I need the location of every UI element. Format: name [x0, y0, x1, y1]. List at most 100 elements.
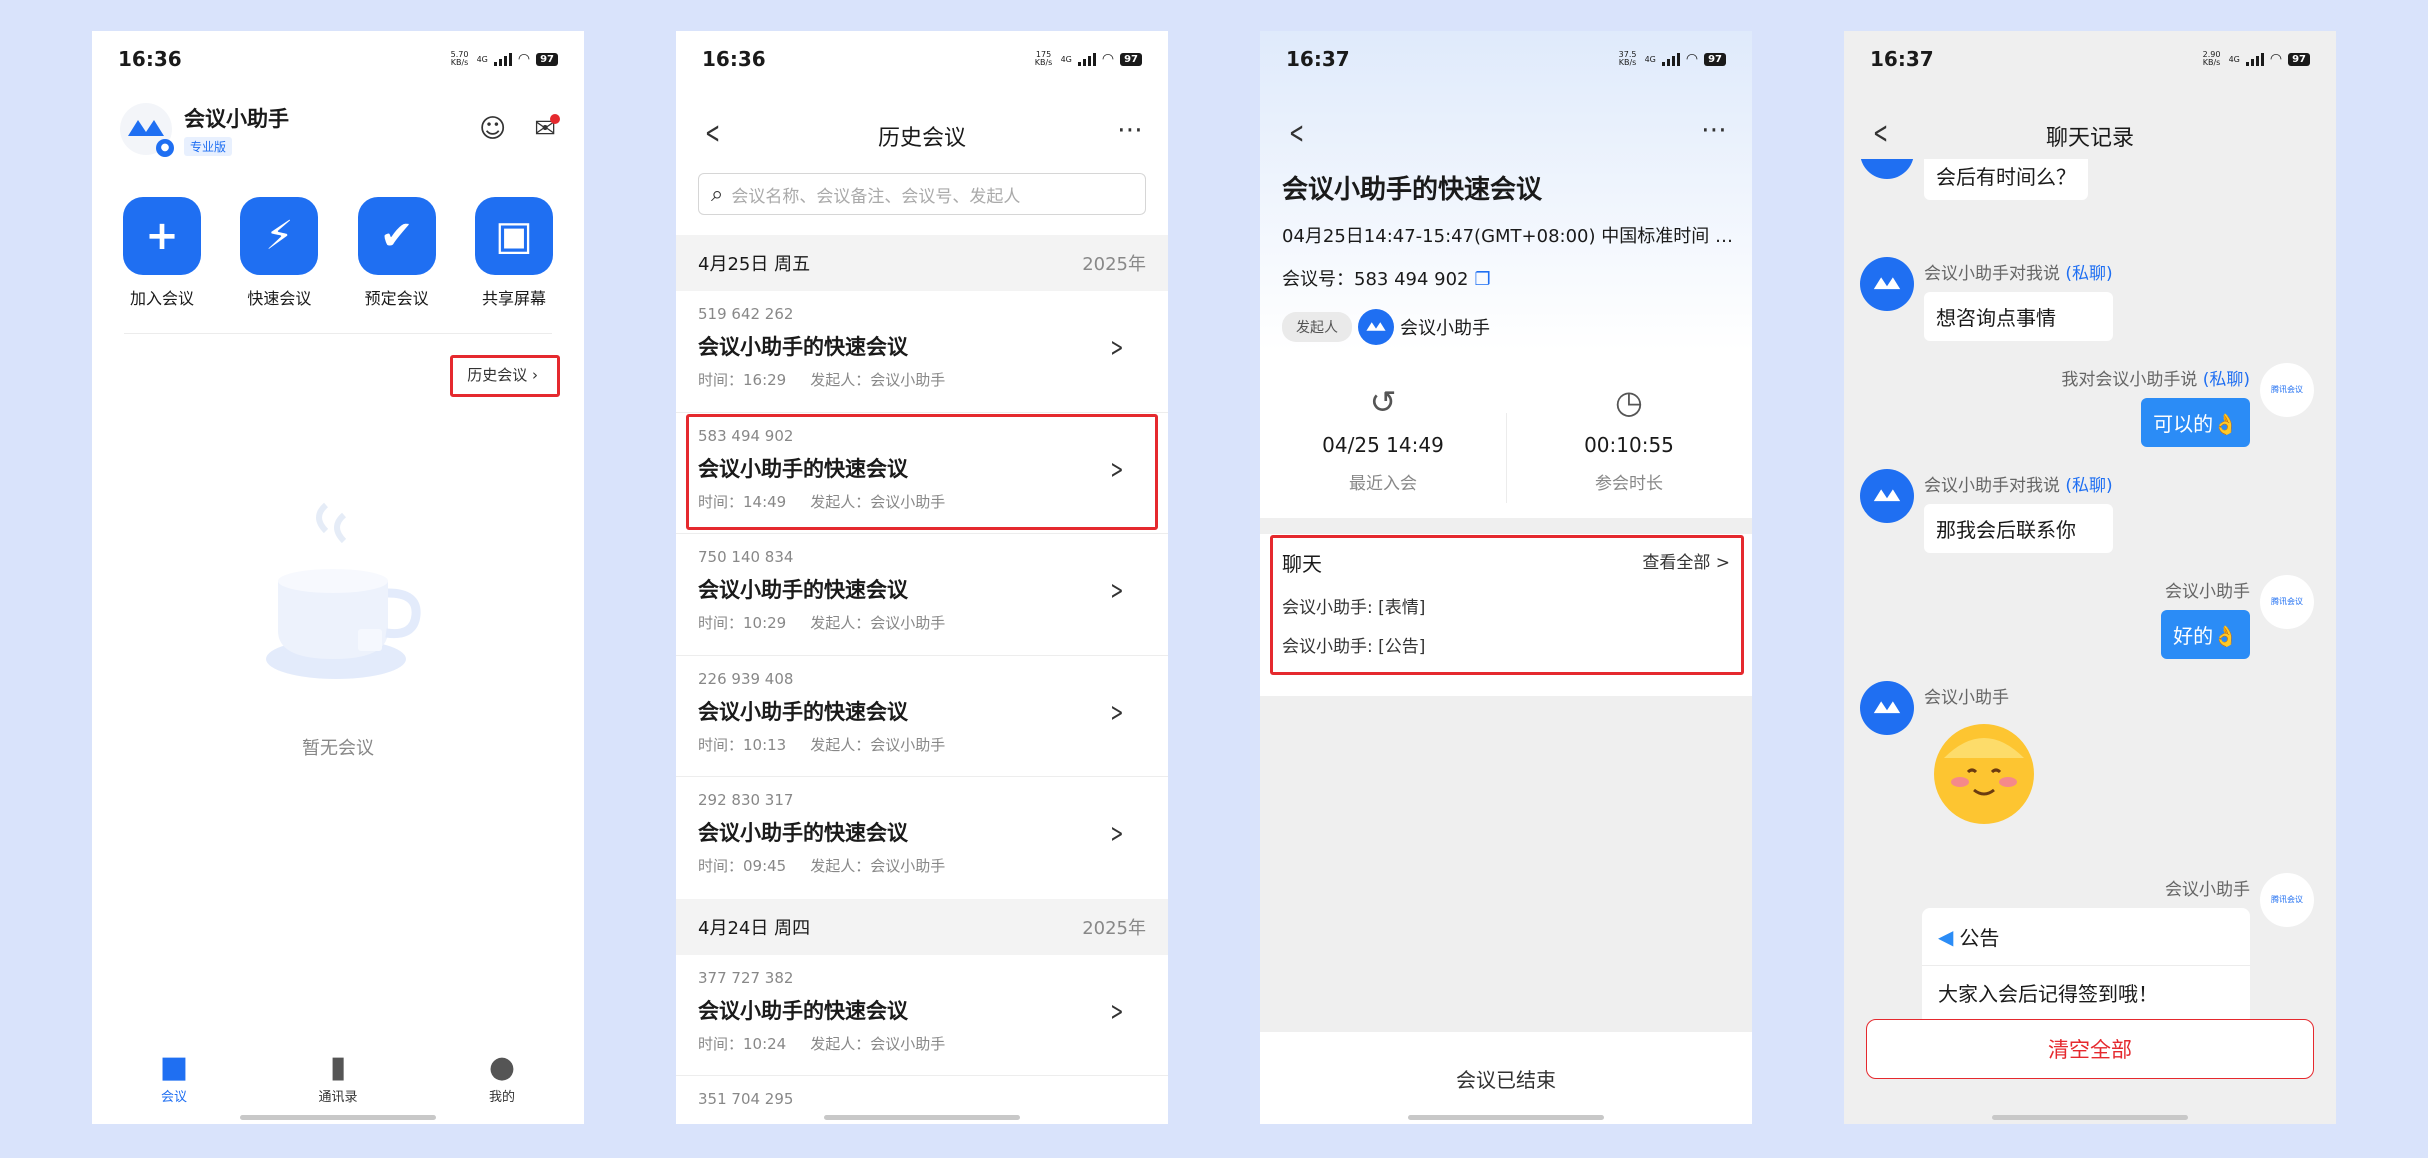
phone-history: 16:36 175 KB/s 4G ◠ 97 < 历史会议 ⋯ ⌕ 会议名称、会…: [676, 31, 1168, 1124]
schedule-meeting-button[interactable]: ✔ 预定会议: [347, 197, 447, 309]
search-placeholder: 会议名称、会议备注、会议号、发起人: [731, 186, 1021, 207]
message-bubble: 可以的👌: [2141, 398, 2250, 447]
join-meeting-button[interactable]: + 加入会议: [112, 197, 212, 309]
signal-icon: [493, 52, 512, 66]
tencent-meeting-logo-icon: [1870, 159, 1904, 163]
sender-name: 会议小助手对我说 (私聊): [1924, 476, 2113, 496]
back-arrow-icon[interactable]: <: [705, 119, 720, 149]
tab-profile[interactable]: ● 我的: [442, 1050, 562, 1105]
smiling-emoji-sticker-icon: [1934, 724, 2034, 824]
meeting-host: 发起人 会议小助手: [1282, 309, 1490, 345]
home-indicator: [1992, 1115, 2188, 1120]
host-avatar: [1358, 309, 1394, 345]
copy-icon[interactable]: ❐: [1475, 269, 1491, 290]
chat-message: 会议小助手: [1860, 681, 2044, 828]
quick-meeting-button[interactable]: ⚡ 快速会议: [229, 197, 329, 309]
meeting-item[interactable]: 226 939 408 会议小助手的快速会议 时间：10:13 发起人：会议小助手…: [676, 656, 1168, 777]
app-logo[interactable]: ●: [120, 103, 174, 157]
page-title: 历史会议: [877, 126, 966, 151]
network-speed: 5.70 KB/s: [450, 50, 469, 67]
chat-message: 腾讯会议 会议小助手 好的👌: [2161, 575, 2314, 659]
bottom-tab-bar: ■ 会议 ▮ 通讯录 ● 我的: [92, 1038, 584, 1124]
app-header: ● 会议小助手 专业版 ☺ ✉: [120, 99, 560, 159]
meeting-number: 会议号：583 494 902 ❐: [1282, 269, 1491, 290]
meeting-title: 会议小助手的快速会议: [1282, 175, 1543, 205]
empty-cup-illustration: [266, 502, 421, 679]
quick-actions: + 加入会议 ⚡ 快速会议 ✔ 预定会议 ▣ 共享屏幕: [112, 197, 564, 309]
empty-state-text: 暂无会议: [302, 738, 374, 759]
contacts-add-icon[interactable]: ☺: [479, 114, 506, 144]
home-indicator: [1408, 1115, 1604, 1120]
history-icon: ↺: [1369, 383, 1397, 421]
chevron-right-icon: >: [1110, 996, 1124, 1027]
phone-home: 16:36 5.70 KB/s 4G ◠ 97 ● 会议小助手 专业版 ☺ ✉ …: [92, 31, 584, 1124]
status-bar: 16:37 2.90 KB/s 4G ◠ 97: [1844, 31, 2336, 87]
chevron-right-icon: >: [1110, 697, 1124, 728]
nav-header: < 历史会议 ⋯: [676, 111, 1168, 161]
plus-icon: +: [123, 197, 201, 275]
wifi-icon: ◠: [1685, 51, 1699, 67]
network-gen: 4G: [1060, 54, 1072, 64]
tencent-meeting-logo-icon: [1873, 701, 1901, 714]
clear-all-button[interactable]: 清空全部: [1866, 1019, 2314, 1079]
network-gen: 4G: [1644, 54, 1656, 64]
sender-avatar: [1860, 681, 1914, 735]
sender-name: 我对会议小助手说 (私聊): [2061, 370, 2250, 390]
check-icon: ✔: [357, 197, 436, 275]
sender-avatar: 腾讯会议: [2260, 575, 2314, 629]
meeting-stats: ↺ 04/25 14:49 最近入会 ◷ 00:10:55 参会时长: [1260, 383, 1752, 523]
page-title: 聊天记录: [2045, 126, 2134, 151]
meeting-item[interactable]: 519 642 262 会议小助手的快速会议 时间：16:29 发起人：会议小助手…: [676, 291, 1168, 413]
meeting-ended-label: 会议已结束: [1260, 1032, 1752, 1124]
notification-dot: [550, 114, 560, 124]
date-section-header: 4月25日 周五 2025年: [676, 235, 1168, 291]
wifi-icon: ◠: [2269, 51, 2283, 67]
sender-avatar: [1860, 159, 1914, 179]
nav-header: < 聊天记录: [1844, 111, 2336, 161]
battery-icon: 97: [2288, 52, 2310, 66]
sender-name: 会议小助手: [2165, 880, 2250, 900]
status-time: 16:36: [118, 47, 182, 71]
back-arrow-icon[interactable]: <: [1873, 119, 1888, 149]
meeting-item[interactable]: 750 140 834 会议小助手的快速会议 时间：10:29 发起人：会议小助手…: [676, 534, 1168, 656]
chevron-right-icon: >: [1110, 333, 1124, 363]
chevron-right-icon: >: [1110, 576, 1124, 606]
sender-avatar: [1860, 257, 1914, 311]
wifi-icon: ◠: [1101, 51, 1115, 67]
sender-name: 会议小助手: [2165, 582, 2250, 602]
more-icon[interactable]: ⋯: [1117, 115, 1144, 145]
signal-icon: [2245, 52, 2264, 66]
date-section-header: 4月24日 周四 2025年: [676, 898, 1168, 955]
edition-badge-icon: ●: [156, 139, 174, 157]
home-indicator: [240, 1115, 436, 1120]
back-arrow-icon[interactable]: <: [1289, 119, 1304, 149]
status-time: 16:36: [702, 47, 766, 71]
meeting-time: 04月25日14:47-15:47(GMT+08:00) 中国标准时间 - 北京: [1282, 226, 1734, 247]
network-speed: 175 KB/s: [1034, 50, 1053, 67]
sender-name: 会议小助手: [1924, 688, 2009, 708]
message-bubble: 会后有时间么？: [1924, 159, 2088, 200]
tab-contacts[interactable]: ▮ 通讯录: [278, 1050, 398, 1105]
host-tag: 发起人: [1282, 312, 1352, 342]
tencent-meeting-logo-icon: [1873, 489, 1901, 502]
search-input[interactable]: ⌕ 会议名称、会议备注、会议号、发起人: [698, 173, 1146, 215]
divider: [124, 333, 552, 334]
share-screen-button[interactable]: ▣ 共享屏幕: [464, 197, 564, 309]
signal-icon: [1661, 52, 1680, 66]
stat-last-join: ↺ 04/25 14:49 最近入会: [1322, 383, 1444, 494]
message-bubble: 好的👌: [2161, 610, 2250, 659]
signal-icon: [1077, 52, 1096, 66]
search-icon: ⌕: [711, 181, 724, 207]
host-name: 会议小助手: [1400, 318, 1490, 339]
chat-message: 会后有时间么？: [1860, 159, 2088, 200]
status-bar: 16:36 175 KB/s 4G ◠ 97: [676, 31, 1168, 87]
profile-icon: ●: [488, 1050, 516, 1085]
meeting-item[interactable]: 292 830 317 会议小助手的快速会议 时间：09:45 发起人：会议小助手…: [676, 777, 1168, 899]
meeting-item[interactable]: 377 727 382 会议小助手的快速会议 时间：10:24 发起人：会议小助手…: [676, 955, 1168, 1076]
tab-meetings[interactable]: ■ 会议: [114, 1050, 234, 1105]
status-time: 16:37: [1286, 47, 1350, 71]
tencent-meeting-logo-icon: [1873, 277, 1901, 290]
more-icon[interactable]: ⋯: [1701, 115, 1728, 145]
network-gen: 4G: [2228, 54, 2240, 64]
app-name: 会议小助手: [184, 106, 289, 131]
